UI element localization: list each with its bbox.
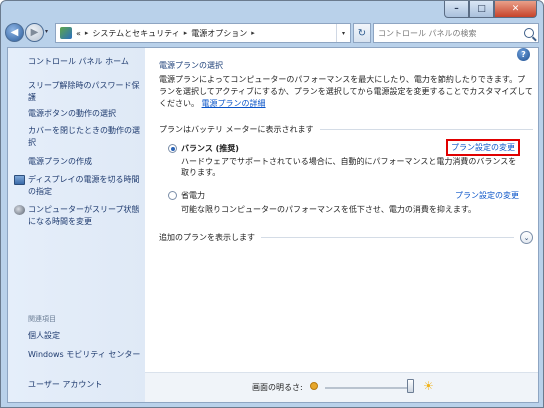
address-bar[interactable]: « ▸ システムとセキュリティ ▸ 電源オプション ▸ ▾: [55, 23, 351, 43]
brightness-label: 画面の明るさ:: [252, 383, 303, 392]
control-panel-icon: [60, 27, 72, 39]
forward-button[interactable]: ▶: [25, 23, 44, 42]
plan-balanced-radio[interactable]: [168, 144, 177, 153]
sidebar-item-display-off[interactable]: ディスプレイの電源を切る時間の指定: [14, 174, 143, 198]
sidebar-item-home[interactable]: コントロール パネル ホーム: [28, 56, 143, 68]
back-button[interactable]: ◀: [5, 23, 24, 42]
breadcrumb-power-options[interactable]: 電源オプション: [191, 28, 247, 39]
search-box[interactable]: [373, 23, 539, 43]
search-input[interactable]: [378, 28, 518, 38]
caption-buttons: – □ ✕: [444, 1, 537, 18]
breadcrumb-system-security[interactable]: システムとセキュリティ: [92, 28, 179, 39]
address-separator: ▸: [183, 29, 188, 37]
more-plans-label[interactable]: 追加のプランを表示します: [159, 232, 255, 243]
brightness-slider-track[interactable]: [325, 387, 411, 389]
address-separator: ▸: [84, 29, 89, 37]
chevron-down-icon[interactable]: ⌄: [520, 231, 533, 244]
task-pane: コントロール パネル ホーム スリープ解除時のパスワード保護 電源ボタンの動作の…: [8, 48, 145, 402]
sidebar-item-label: ディスプレイの電源を切る時間の指定: [28, 175, 140, 196]
brightness-slider-thumb[interactable]: [407, 379, 414, 393]
page-title: 電源プランの選択: [159, 61, 223, 70]
search-icon[interactable]: [524, 28, 534, 38]
sidebar-item-personalization[interactable]: 個人設定: [28, 330, 143, 342]
more-plans-row[interactable]: 追加のプランを表示します ⌄: [159, 231, 533, 244]
divider: [261, 237, 514, 238]
sidebar-item-power-button[interactable]: 電源ボタンの動作の選択: [28, 108, 143, 120]
recent-pages-dropdown[interactable]: ▾: [45, 28, 48, 35]
sidebar-item-lid-close[interactable]: カバーを閉じたときの動作の選択: [28, 125, 143, 149]
page-description: 電源プランによってコンピューターのパフォーマンスを最大にしたり、電力を節約したり…: [159, 74, 533, 110]
plan-power-saver-settings-link[interactable]: プラン設定の変更: [455, 190, 519, 201]
address-separator: ▸: [251, 29, 255, 37]
related-header: 関連項目: [28, 315, 56, 323]
maximize-button[interactable]: □: [469, 1, 494, 18]
navigation-bar: ◀ ▶ ▾ « ▸ システムとセキュリティ ▸ 電源オプション ▸ ▾ ↻: [1, 20, 543, 46]
plan-power-saver-radio[interactable]: [168, 191, 177, 200]
close-button[interactable]: ✕: [494, 1, 537, 18]
bright-sun-icon: ☀: [423, 379, 434, 393]
plan-balanced-description: ハードウェアでサポートされている場合に、自動的にパフォーマンスと電力消費のバラン…: [181, 157, 517, 177]
plans-group-header: プランはバッテリ メーターに表示されます: [159, 124, 533, 135]
power-plan-details-link[interactable]: 電源プランの詳細: [202, 99, 266, 108]
help-icon[interactable]: ?: [517, 48, 530, 61]
sidebar-item-mobility-center[interactable]: Windows モビリティ センター: [28, 349, 143, 361]
address-prefix[interactable]: «: [76, 29, 81, 38]
plan-balanced-settings-link[interactable]: プラン設定の変更: [446, 139, 520, 156]
refresh-button[interactable]: ↻: [353, 23, 371, 43]
sidebar-item-sleep-time[interactable]: コンピューターがスリープ状態になる時間を変更: [14, 204, 143, 228]
sidebar-item-wake-password[interactable]: スリープ解除時のパスワード保護: [28, 80, 143, 104]
sidebar-item-create-plan[interactable]: 電源プランの作成: [28, 156, 143, 168]
brightness-bar: 画面の明るさ: ☀: [145, 372, 538, 402]
address-history-dropdown[interactable]: ▾: [336, 24, 350, 42]
sidebar-item-user-accounts[interactable]: ユーザー アカウント: [28, 379, 143, 391]
sidebar-item-label: コンピューターがスリープ状態になる時間を変更: [28, 205, 140, 226]
control-panel-window: – □ ✕ ◀ ▶ ▾ « ▸ システムとセキュリティ ▸ 電源オプション ▸ …: [0, 0, 544, 408]
plan-power-saver-name[interactable]: 省電力: [181, 190, 205, 201]
plan-balanced-name[interactable]: バランス (推奨): [181, 143, 239, 154]
dim-sun-icon: [310, 382, 318, 390]
content-area: コントロール パネル ホーム スリープ解除時のパスワード保護 電源ボタンの動作の…: [7, 47, 539, 403]
minimize-button[interactable]: –: [444, 1, 469, 18]
display-icon: [14, 175, 25, 185]
group-header-text: プランはバッテリ メーターに表示されます: [159, 125, 314, 134]
sleep-icon: [14, 205, 25, 215]
plan-power-saver-description: 可能な限りコンピューターのパフォーマンスを低下させ、電力の消費を抑えます。: [181, 205, 477, 214]
